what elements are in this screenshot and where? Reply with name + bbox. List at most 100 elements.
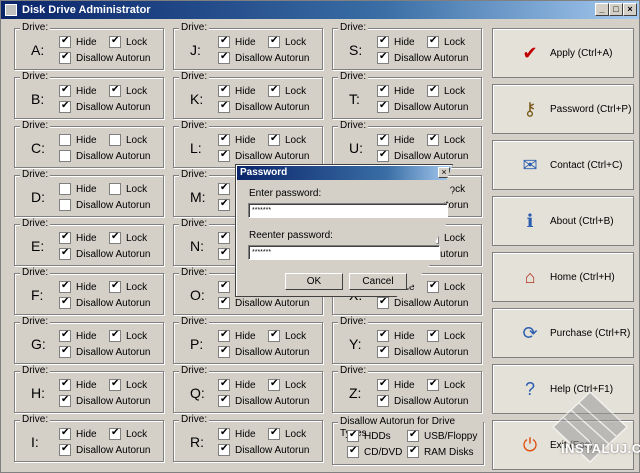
disallow-autorun-checkbox-box[interactable] [377,51,389,64]
disallow-autorun-checkbox-box[interactable] [377,345,389,358]
lock-checkbox-box[interactable] [109,280,121,293]
lock-checkbox-box[interactable] [427,329,439,342]
lock-checkbox-box[interactable] [427,280,439,293]
disallow-autorun-checkbox-box[interactable] [59,345,71,358]
usb-floppy-checkbox[interactable]: USB/Floppy [407,429,477,442]
reenter-password-input[interactable]: ******* [248,245,440,260]
hide-checkbox-c[interactable]: Hide [59,134,97,146]
disallow-autorun-checkbox-box[interactable] [377,394,389,407]
lock-checkbox-box[interactable] [109,329,121,342]
disallow-autorun-checkbox-r[interactable]: Disallow Autorun [218,443,309,456]
disallow-autorun-checkbox-g[interactable]: Disallow Autorun [59,345,150,358]
hide-checkbox-box[interactable] [377,35,389,48]
hide-checkbox-d[interactable]: Hide [59,183,97,195]
lock-checkbox-l[interactable]: Lock [268,133,306,146]
hide-checkbox-j[interactable]: Hide [218,35,256,48]
disallow-autorun-checkbox-box[interactable] [218,345,230,358]
hide-checkbox-box[interactable] [218,182,230,195]
hide-checkbox-box[interactable] [59,84,71,97]
lock-checkbox-i[interactable]: Lock [109,427,147,440]
disallow-autorun-checkbox-box[interactable] [377,100,389,113]
lock-checkbox-box[interactable] [109,378,121,391]
lock-checkbox-h[interactable]: Lock [109,378,147,391]
hide-checkbox-z[interactable]: Hide [377,378,415,391]
disallow-autorun-checkbox-box[interactable] [59,443,71,456]
lock-checkbox-k[interactable]: Lock [268,84,306,97]
lock-checkbox-box[interactable] [109,183,121,195]
hide-checkbox-box[interactable] [59,134,71,146]
hide-checkbox-g[interactable]: Hide [59,329,97,342]
disallow-autorun-checkbox-box[interactable] [218,296,230,309]
disallow-autorun-checkbox-x[interactable]: Disallow Autorun [377,296,468,309]
lock-checkbox-g[interactable]: Lock [109,329,147,342]
lock-checkbox-box[interactable] [109,427,121,440]
disallow-autorun-checkbox-d[interactable]: Disallow Autorun [59,199,150,211]
purchase-button[interactable]: ⟳ Purchase (Ctrl+R) [492,308,634,358]
lock-checkbox-box[interactable] [427,84,439,97]
disallow-autorun-checkbox-box[interactable] [377,149,389,162]
disallow-autorun-checkbox-box[interactable] [377,296,389,309]
disallow-autorun-checkbox-e[interactable]: Disallow Autorun [59,247,150,260]
hide-checkbox-box[interactable] [377,133,389,146]
hide-checkbox-box[interactable] [59,427,71,440]
apply-button[interactable]: ✔ Apply (Ctrl+A) [492,28,634,78]
hide-checkbox-q[interactable]: Hide [218,378,256,391]
disallow-autorun-checkbox-t[interactable]: Disallow Autorun [377,100,468,113]
hide-checkbox-y[interactable]: Hide [377,329,415,342]
hide-checkbox-r[interactable]: Hide [218,427,256,440]
lock-checkbox-box[interactable] [268,35,280,48]
ram-disks-checkbox-box[interactable] [407,445,419,458]
disallow-autorun-checkbox-box[interactable] [218,198,230,211]
ram-disks-checkbox[interactable]: RAM Disks [407,445,473,458]
hide-checkbox-a[interactable]: Hide [59,35,97,48]
hide-checkbox-u[interactable]: Hide [377,133,415,146]
lock-checkbox-box[interactable] [268,378,280,391]
hdds-checkbox-box[interactable] [347,429,359,442]
hide-checkbox-f[interactable]: Hide [59,280,97,293]
lock-checkbox-a[interactable]: Lock [109,35,147,48]
disallow-autorun-checkbox-box[interactable] [218,247,230,260]
hide-checkbox-b[interactable]: Hide [59,84,97,97]
title-bar[interactable]: Disk Drive Administrator _ □ × [1,1,639,19]
lock-checkbox-box[interactable] [427,35,439,48]
lock-checkbox-box[interactable] [109,231,121,244]
disallow-autorun-checkbox-y[interactable]: Disallow Autorun [377,345,468,358]
lock-checkbox-y[interactable]: Lock [427,329,465,342]
disallow-autorun-checkbox-box[interactable] [218,394,230,407]
hide-checkbox-p[interactable]: Hide [218,329,256,342]
hide-checkbox-k[interactable]: Hide [218,84,256,97]
lock-checkbox-box[interactable] [268,427,280,440]
about-button[interactable]: ℹ About (Ctrl+B) [492,196,634,246]
lock-checkbox-j[interactable]: Lock [268,35,306,48]
hide-checkbox-box[interactable] [218,329,230,342]
hide-checkbox-box[interactable] [59,280,71,293]
disallow-autorun-checkbox-box[interactable] [218,149,230,162]
hide-checkbox-e[interactable]: Hide [59,231,97,244]
disallow-autorun-checkbox-box[interactable] [218,100,230,113]
hide-checkbox-box[interactable] [218,231,230,244]
disallow-autorun-checkbox-q[interactable]: Disallow Autorun [218,394,309,407]
cd-dvd-checkbox-box[interactable] [347,445,359,458]
enter-password-input[interactable]: ******* [248,203,448,218]
hide-checkbox-t[interactable]: Hide [377,84,415,97]
lock-checkbox-box[interactable] [427,133,439,146]
password-button[interactable]: ⚷ Password (Ctrl+P) [492,84,634,134]
lock-checkbox-box[interactable] [109,35,121,48]
close-button[interactable]: × [623,3,637,16]
disallow-autorun-checkbox-l[interactable]: Disallow Autorun [218,149,309,162]
disallow-autorun-checkbox-box[interactable] [59,51,71,64]
disallow-autorun-checkbox-box[interactable] [59,150,71,162]
disallow-autorun-checkbox-box[interactable] [218,443,230,456]
disallow-autorun-checkbox-box[interactable] [59,296,71,309]
disallow-autorun-checkbox-box[interactable] [59,394,71,407]
disallow-autorun-checkbox-box[interactable] [59,247,71,260]
disallow-autorun-checkbox-a[interactable]: Disallow Autorun [59,51,150,64]
hide-checkbox-box[interactable] [218,378,230,391]
lock-checkbox-box[interactable] [268,84,280,97]
disallow-autorun-checkbox-j[interactable]: Disallow Autorun [218,51,309,64]
lock-checkbox-x[interactable]: Lock [427,280,465,293]
disallow-autorun-checkbox-h[interactable]: Disallow Autorun [59,394,150,407]
disallow-autorun-checkbox-u[interactable]: Disallow Autorun [377,149,468,162]
hide-checkbox-box[interactable] [218,133,230,146]
password-dialog-title[interactable]: Password [237,166,451,180]
